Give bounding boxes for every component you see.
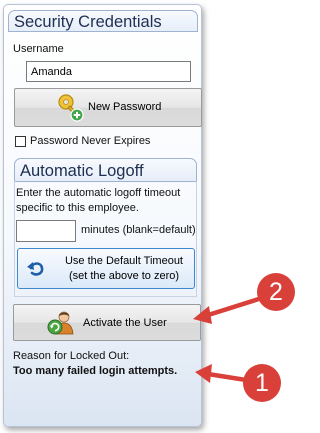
screenshot-stage: Security Credentials Username New Passwo… xyxy=(0,0,310,433)
annotation-arrowhead-2 xyxy=(193,306,212,324)
annotation-arrowhead-1 xyxy=(195,364,212,383)
annotation-arrow-1 xyxy=(205,371,249,383)
annotation-badge-1: 1 xyxy=(243,364,281,402)
annotation-badge-2: 2 xyxy=(257,273,295,311)
annotation-arrow-2 xyxy=(202,295,265,319)
